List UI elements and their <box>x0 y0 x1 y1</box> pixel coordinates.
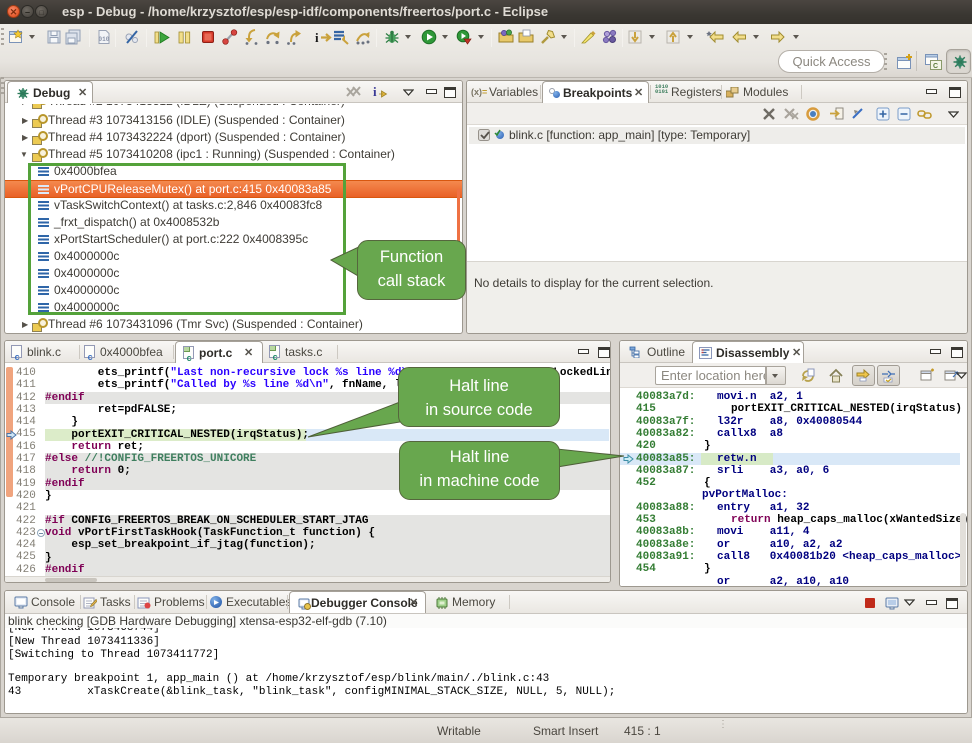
svg-text:C: C <box>933 63 938 70</box>
svg-text:010: 010 <box>99 36 110 43</box>
svg-text:i: i <box>315 30 319 45</box>
